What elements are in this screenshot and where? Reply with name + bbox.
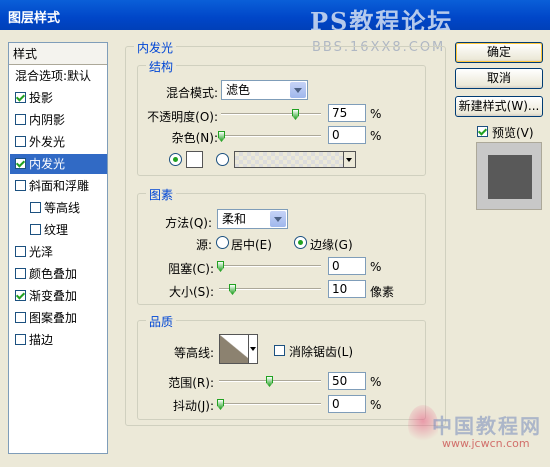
style-list-item[interactable]: 等高线 — [10, 198, 107, 218]
style-list-item[interactable]: 颜色叠加 — [10, 264, 107, 284]
chevron-down-icon — [270, 211, 286, 227]
solid-color-radio[interactable] — [169, 153, 182, 166]
noise-input[interactable]: 0 — [328, 126, 366, 144]
size-label: 大小(S): — [168, 285, 214, 299]
jitter-input[interactable]: 0 — [328, 395, 366, 413]
style-list-item[interactable]: 纹理 — [10, 220, 107, 240]
method-value: 柔和 — [222, 212, 247, 226]
inner-glow-title: 内发光 — [134, 39, 177, 56]
gradient-radio[interactable] — [216, 153, 229, 166]
antialias-label[interactable]: 消除锯齿(L) — [289, 343, 353, 360]
opacity-slider-track[interactable] — [221, 113, 321, 115]
style-checkbox[interactable] — [15, 290, 26, 301]
source-center-radio[interactable] — [216, 236, 229, 249]
method-label: 方法(Q): — [165, 216, 212, 230]
preview-checkbox[interactable] — [477, 126, 488, 137]
style-list-item[interactable]: 光泽 — [10, 242, 107, 262]
style-list-item[interactable]: 描边 — [10, 330, 107, 350]
style-checkbox[interactable] — [15, 312, 26, 323]
chevron-down-icon[interactable] — [343, 152, 355, 167]
preview-shape — [488, 155, 532, 199]
noise-unit: % — [370, 129, 382, 143]
antialias-checkbox[interactable] — [274, 345, 285, 356]
style-list-item[interactable]: 渐变叠加 — [10, 286, 107, 306]
noise-slider-track[interactable] — [221, 135, 321, 137]
style-item-label: 纹理 — [44, 223, 69, 237]
style-item-label: 斜面和浮雕 — [29, 179, 90, 193]
style-list-item[interactable]: 混合选项:默认 — [10, 66, 107, 86]
blend-mode-label: 混合模式: — [165, 86, 218, 100]
style-item-label: 等高线 — [44, 201, 81, 215]
styles-list-header[interactable]: 样式 — [9, 43, 107, 65]
method-select[interactable]: 柔和 — [217, 209, 288, 229]
jitter-slider-track[interactable] — [219, 403, 321, 405]
watermark-site-url: www.jcwcn.com — [442, 437, 530, 450]
style-checkbox[interactable] — [30, 202, 41, 213]
style-item-label: 颜色叠加 — [29, 267, 78, 281]
style-checkbox[interactable] — [15, 158, 26, 169]
glow-color-swatch[interactable] — [186, 151, 203, 168]
elements-legend: 图素 — [146, 186, 177, 203]
choke-label: 阻塞(C): — [168, 262, 214, 276]
noise-label: 杂色(N): — [171, 131, 218, 145]
quality-legend: 品质 — [146, 313, 177, 330]
cancel-button[interactable]: 取消 — [455, 68, 543, 89]
ok-button[interactable]: 确定 — [455, 42, 543, 63]
watermark-site: 中国教程网 — [432, 414, 542, 438]
style-item-label: 光泽 — [29, 245, 54, 259]
title-bar[interactable]: 图层样式 — [0, 0, 550, 30]
blend-mode-select[interactable]: 滤色 — [221, 80, 308, 100]
source-center-label[interactable]: 居中(E) — [231, 236, 272, 253]
size-input[interactable]: 10 — [328, 280, 366, 298]
style-checkbox[interactable] — [15, 334, 26, 345]
styles-list: 样式 混合选项:默认投影内阴影外发光内发光斜面和浮雕等高线纹理光泽颜色叠加渐变叠… — [8, 42, 108, 454]
blend-mode-value: 滤色 — [226, 83, 251, 97]
style-item-label: 混合选项:默认 — [15, 69, 92, 83]
style-list-item[interactable]: 斜面和浮雕 — [10, 176, 107, 196]
opacity-label: 不透明度(O): — [147, 110, 218, 124]
contour-dropdown[interactable] — [248, 334, 258, 364]
glow-gradient-picker[interactable] — [234, 151, 356, 168]
window-title: 图层样式 — [8, 11, 61, 26]
opacity-unit: % — [370, 107, 382, 121]
structure-legend: 结构 — [146, 58, 177, 75]
style-list-item[interactable]: 投影 — [10, 88, 107, 108]
source-edge-radio[interactable] — [294, 236, 307, 249]
style-preview — [476, 142, 542, 210]
source-label: 源: — [195, 238, 212, 252]
style-item-label: 描边 — [29, 333, 54, 347]
jitter-unit: % — [370, 398, 382, 412]
style-checkbox[interactable] — [15, 246, 26, 257]
range-unit: % — [370, 375, 382, 389]
style-list-item[interactable]: 图案叠加 — [10, 308, 107, 328]
style-item-label: 图案叠加 — [29, 311, 78, 325]
opacity-input[interactable]: 75 — [328, 104, 366, 122]
style-item-label: 内阴影 — [29, 113, 66, 127]
chevron-down-icon — [290, 82, 306, 98]
new-style-button[interactable]: 新建样式(W)... — [455, 96, 543, 117]
style-list-item[interactable]: 外发光 — [10, 132, 107, 152]
range-input[interactable]: 50 — [328, 372, 366, 390]
choke-unit: % — [370, 260, 382, 274]
style-item-label: 内发光 — [29, 157, 66, 171]
style-item-label: 外发光 — [29, 135, 66, 149]
style-checkbox[interactable] — [15, 268, 26, 279]
style-checkbox[interactable] — [15, 180, 26, 191]
style-item-label: 投影 — [29, 91, 54, 105]
preview-label[interactable]: 预览(V) — [492, 124, 534, 141]
style-checkbox[interactable] — [15, 92, 26, 103]
size-unit: 像素 — [370, 285, 395, 299]
contour-label: 等高线: — [173, 346, 214, 360]
style-item-label: 渐变叠加 — [29, 289, 78, 303]
style-checkbox[interactable] — [15, 136, 26, 147]
style-list-item[interactable]: 内阴影 — [10, 110, 107, 130]
source-edge-label[interactable]: 边缘(G) — [310, 236, 353, 253]
range-label: 范围(R): — [168, 376, 214, 390]
style-checkbox[interactable] — [15, 114, 26, 125]
jitter-label: 抖动(J): — [173, 399, 214, 413]
choke-input[interactable]: 0 — [328, 257, 366, 275]
style-checkbox[interactable] — [30, 224, 41, 235]
style-list-item[interactable]: 内发光 — [10, 154, 107, 174]
choke-slider-track[interactable] — [219, 265, 321, 267]
